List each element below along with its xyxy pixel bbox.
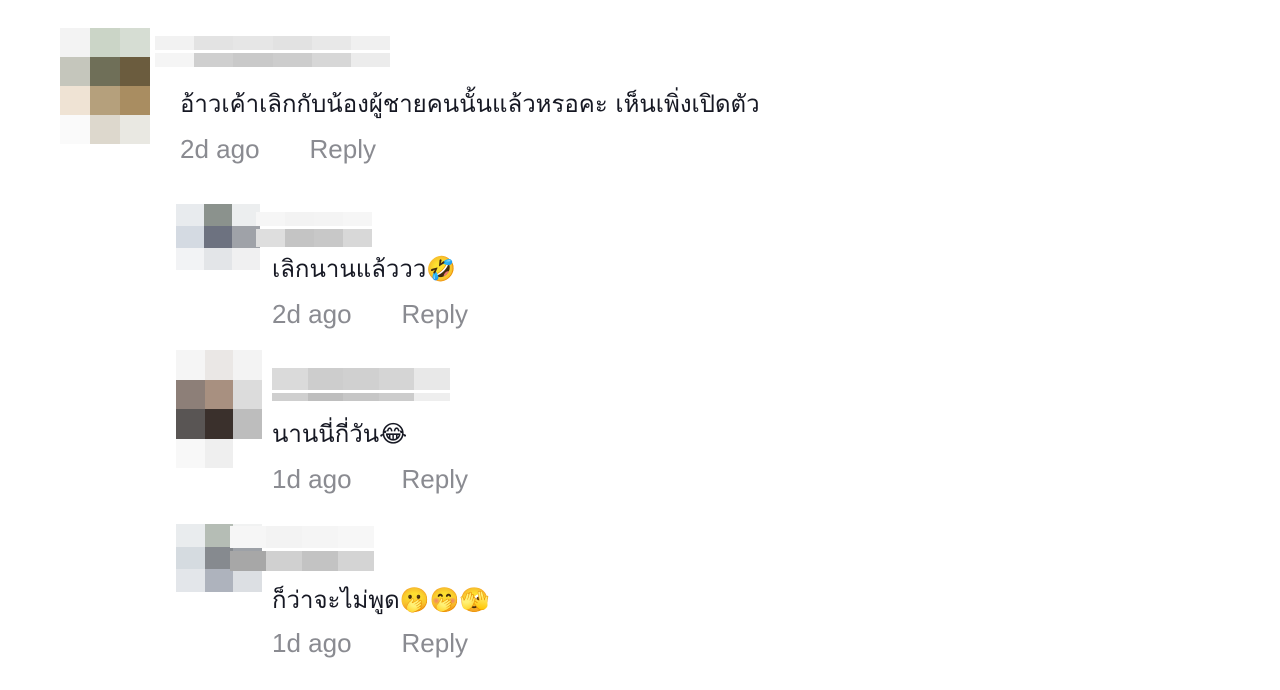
- comment-meta: 1d ago Reply: [272, 628, 468, 658]
- username-blurred[interactable]: [155, 36, 391, 67]
- avatar[interactable]: [60, 28, 150, 144]
- reply-button[interactable]: Reply: [402, 628, 468, 658]
- avatar[interactable]: [176, 350, 262, 468]
- reply-button[interactable]: Reply: [402, 299, 468, 329]
- comment-time: 2d ago: [180, 134, 260, 164]
- comment-text: ก็ว่าจะไม่พูด🫢🤭🫣: [272, 586, 490, 614]
- comment-time: 1d ago: [272, 464, 352, 494]
- username-blurred[interactable]: [230, 526, 374, 571]
- comment-meta: 2d ago Reply: [272, 299, 468, 329]
- username-blurred[interactable]: [272, 368, 450, 401]
- comment-text: เลิกนานแล้ววว🤣: [272, 255, 457, 283]
- username-blurred[interactable]: [256, 212, 372, 247]
- reply-button[interactable]: Reply: [402, 464, 468, 494]
- comment-time: 1d ago: [272, 628, 352, 658]
- comment-time: 2d ago: [272, 299, 352, 329]
- comment-meta: 2d ago Reply: [180, 134, 376, 164]
- comment-text: นานนี่กี่วัน😂: [272, 420, 408, 448]
- reply-button[interactable]: Reply: [310, 134, 376, 164]
- avatar[interactable]: [176, 204, 260, 292]
- comment-meta: 1d ago Reply: [272, 464, 468, 494]
- comment-text: อ้าวเค้าเลิกกับน้องผู้ชายคนนั้นแล้วหรอคะ…: [180, 90, 760, 118]
